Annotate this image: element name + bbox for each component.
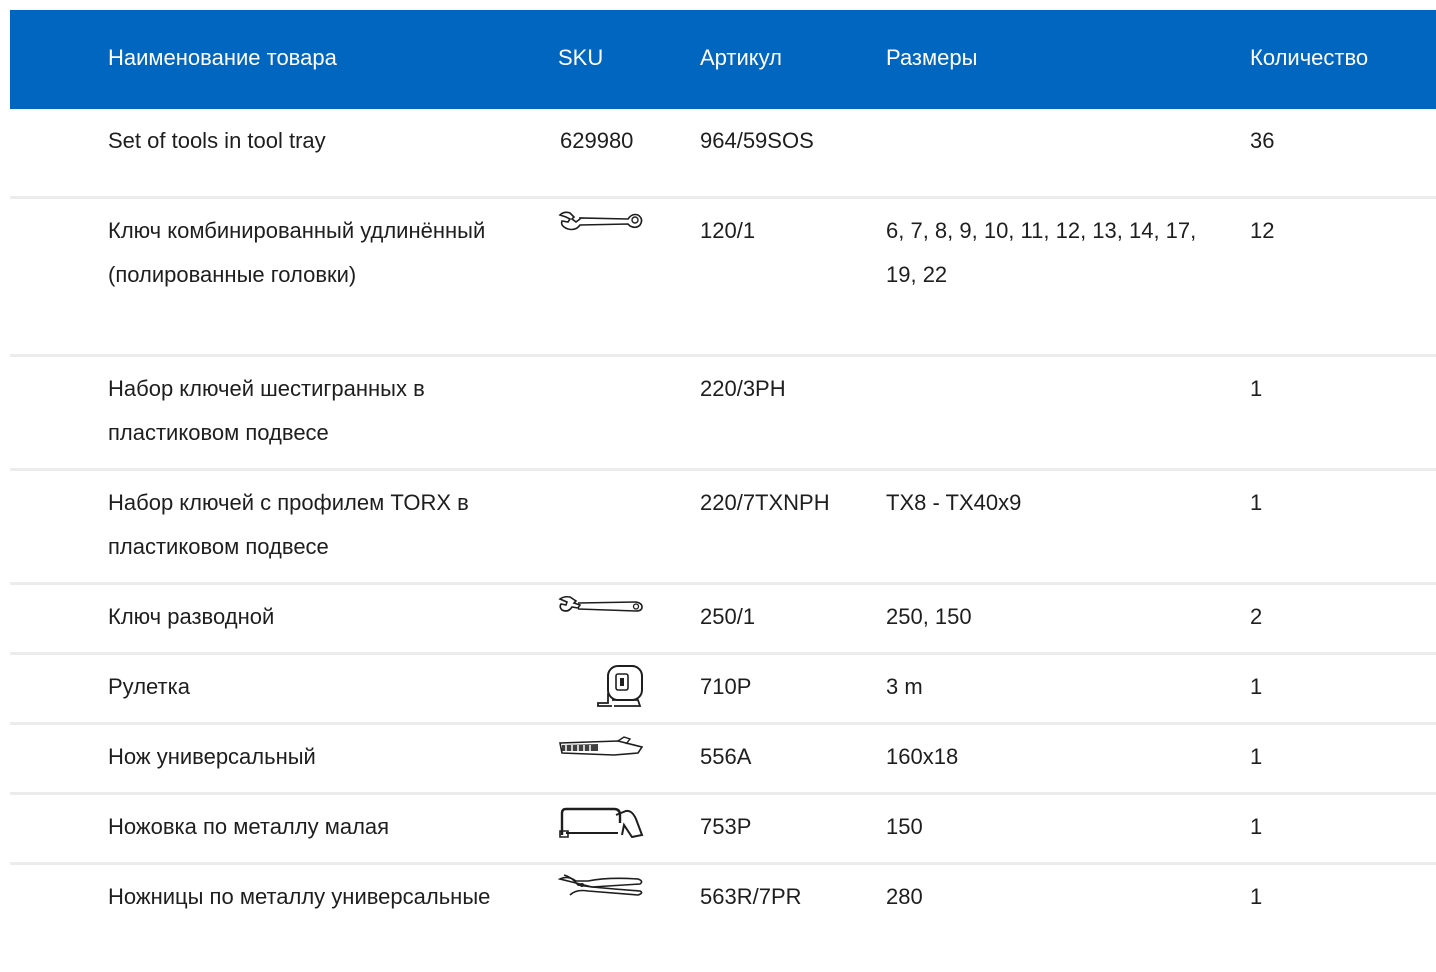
row-qty: 1 — [1250, 490, 1263, 515]
row-name: Ключ разводной — [108, 604, 275, 629]
row-article: 250/1 — [700, 604, 756, 629]
row-article: 120/1 — [700, 218, 756, 243]
header-sizes: Размеры — [886, 45, 978, 70]
row-qty: 36 — [1250, 128, 1275, 153]
utility-knife-icon — [558, 735, 644, 759]
table-row: Рулетка 710P 3 m 1 — [10, 655, 1436, 725]
row-article: 753P — [700, 814, 752, 839]
tape-measure-icon — [594, 663, 646, 709]
table-row: Ключ разводной 250/1 250, 150 2 — [10, 585, 1436, 655]
row-sizes: TX8 - TX40x9 — [886, 490, 1022, 515]
table-row: Набор ключей с профилем TORX в пластиков… — [10, 471, 1436, 585]
row-sizes: 6, 7, 8, 9, 10, 11, 12, 13, 14, 17, 19, … — [886, 218, 1197, 287]
row-article: 563R/7PR — [700, 884, 802, 909]
header-sku: SKU — [558, 45, 604, 70]
row-sizes: 250, 150 — [886, 604, 972, 629]
table-row: Набор ключей шестигранных в пластиковом … — [10, 357, 1436, 471]
table-row: Нож универсальный 556A 160x18 1 — [10, 725, 1436, 795]
row-sizes: 280 — [886, 884, 923, 909]
table-row: Ключ комбинированный удлинённый (полиров… — [10, 199, 1436, 357]
table-row: Ножницы по металлу универсальные 563R/7P… — [10, 865, 1436, 971]
table-row: Ножовка по металлу малая 753P 150 1 — [10, 795, 1436, 865]
row-name: Нож универсальный — [108, 744, 316, 769]
combination-wrench-icon — [558, 209, 644, 235]
row-qty: 1 — [1250, 814, 1263, 839]
row-name: Рулетка — [108, 674, 190, 699]
row-sizes: 150 — [886, 814, 923, 839]
hacksaw-icon — [558, 805, 644, 841]
row-qty: 1 — [1250, 674, 1263, 699]
row-qty: 1 — [1250, 376, 1263, 401]
header-qty: Количество — [1250, 45, 1369, 70]
row-sizes: 160x18 — [886, 744, 959, 769]
table-header: Наименование товара SKU Артикул Размеры … — [10, 10, 1436, 109]
header-name: Наименование товара — [108, 45, 337, 70]
row-qty: 2 — [1250, 604, 1263, 629]
row-article: 220/3PH — [700, 376, 786, 401]
row-article: 964/59SOS — [700, 128, 814, 153]
row-qty: 1 — [1250, 744, 1263, 769]
row-name: Ножницы по металлу универсальные — [108, 884, 491, 909]
row-qty: 1 — [1250, 884, 1263, 909]
row-article: 556A — [700, 744, 752, 769]
row-name: Set of tools in tool tray — [108, 128, 326, 153]
row-name: Ключ комбинированный удлинённый (полиров… — [108, 218, 486, 287]
tools-table: Наименование товара SKU Артикул Размеры … — [10, 10, 1436, 971]
row-article: 220/7TXNPH — [700, 490, 830, 515]
row-sizes: 3 m — [886, 674, 923, 699]
row-qty: 12 — [1250, 218, 1275, 243]
metal-shears-icon — [558, 873, 644, 899]
row-sku: 629980 — [560, 128, 634, 153]
row-name: Ножовка по металлу малая — [108, 814, 390, 839]
row-name: Набор ключей шестигранных в пластиковом … — [108, 376, 425, 445]
adjustable-wrench-icon — [558, 595, 644, 617]
table-row: Set of tools in tool tray 629980 964/59S… — [10, 109, 1436, 199]
row-name: Набор ключей с профилем TORX в пластиков… — [108, 490, 469, 559]
header-article: Артикул — [700, 45, 783, 70]
row-article: 710P — [700, 674, 752, 699]
